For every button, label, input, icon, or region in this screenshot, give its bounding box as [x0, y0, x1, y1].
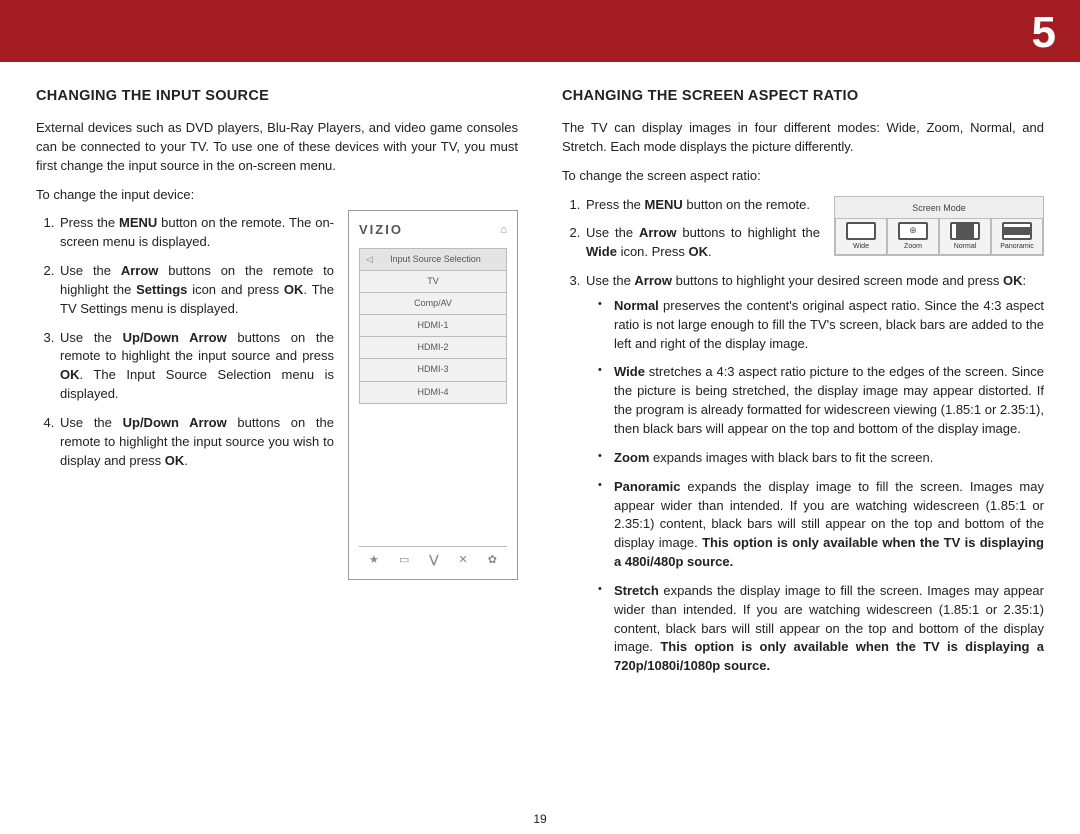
- page-number: 19: [533, 812, 546, 826]
- mode-desc-zoom: Zoom expands images with black bars to f…: [604, 449, 1044, 468]
- top-banner: [0, 0, 1080, 62]
- left-step-2: Use the Arrow buttons on the remote to h…: [58, 262, 334, 319]
- screen-mode-illustration: Screen Mode Wide ⊕Zoom Normal Panoramic: [834, 196, 1044, 256]
- menu-title: Input Source Selection: [390, 253, 495, 266]
- menu-item-comp: Comp/AV: [359, 292, 507, 314]
- vizio-menu-illustration: VIZIO ⌂ ◁ Input Source Selection TV Comp…: [348, 210, 518, 580]
- menu-item-hdmi4: HDMI-4: [359, 381, 507, 404]
- right-intro: The TV can display images in four differ…: [562, 119, 1044, 157]
- right-steps: Press the MENU button on the remote. Use…: [562, 196, 1044, 677]
- menu-item-hdmi2: HDMI-2: [359, 336, 507, 358]
- mode-zoom: ⊕Zoom: [887, 218, 939, 255]
- menu-item-hdmi3: HDMI-3: [359, 358, 507, 380]
- left-intro: External devices such as DVD players, Bl…: [36, 119, 518, 176]
- right-step-3: Use the Arrow buttons to highlight your …: [584, 272, 1044, 676]
- screen-mode-title: Screen Mode: [835, 197, 1043, 218]
- left-step-1: Press the MENU button on the remote. The…: [58, 214, 334, 252]
- page-content: CHANGING THE INPUT SOURCE External devic…: [0, 62, 1080, 686]
- mode-desc-stretch: Stretch expands the display image to fil…: [604, 582, 1044, 676]
- mode-desc-panoramic: Panoramic expands the display image to f…: [604, 478, 1044, 572]
- mode-normal: Normal: [939, 218, 991, 255]
- left-lead: To change the input device:: [36, 186, 518, 205]
- star-icon: ★: [369, 553, 379, 569]
- mode-panoramic: Panoramic: [991, 218, 1043, 255]
- right-lead: To change the screen aspect ratio:: [562, 167, 1044, 186]
- mode-desc-wide: Wide stretches a 4:3 aspect ratio pictur…: [604, 363, 1044, 438]
- home-icon: ⌂: [500, 223, 507, 239]
- left-steps: Press the MENU button on the remote. The…: [36, 214, 334, 470]
- left-column: CHANGING THE INPUT SOURCE External devic…: [36, 86, 518, 686]
- chapter-number: 5: [1032, 8, 1056, 58]
- mode-desc-normal: Normal preserves the content's original …: [604, 297, 1044, 354]
- left-heading: CHANGING THE INPUT SOURCE: [36, 86, 518, 107]
- right-heading: CHANGING THE SCREEN ASPECT RATIO: [562, 86, 1044, 107]
- left-step-3: Use the Up/Down Arrow buttons on the rem…: [58, 329, 334, 404]
- chevron-down-icon: ⋁: [429, 553, 438, 569]
- menu-item-hdmi1: HDMI-1: [359, 314, 507, 336]
- menu-item-tv: TV: [359, 270, 507, 292]
- left-step-4: Use the Up/Down Arrow buttons on the rem…: [58, 414, 334, 471]
- menu-title-row: ◁ Input Source Selection: [359, 248, 507, 270]
- back-arrow-icon: ◁: [360, 253, 373, 266]
- close-icon: ✕: [458, 553, 467, 569]
- vizio-logo: VIZIO: [359, 221, 403, 240]
- rect-icon: ▭: [399, 553, 409, 569]
- gear-icon: ✿: [488, 553, 497, 569]
- right-column: CHANGING THE SCREEN ASPECT RATIO The TV …: [562, 86, 1044, 686]
- mode-wide: Wide: [835, 218, 887, 255]
- vizio-footer-icons: ★ ▭ ⋁ ✕ ✿: [359, 546, 507, 569]
